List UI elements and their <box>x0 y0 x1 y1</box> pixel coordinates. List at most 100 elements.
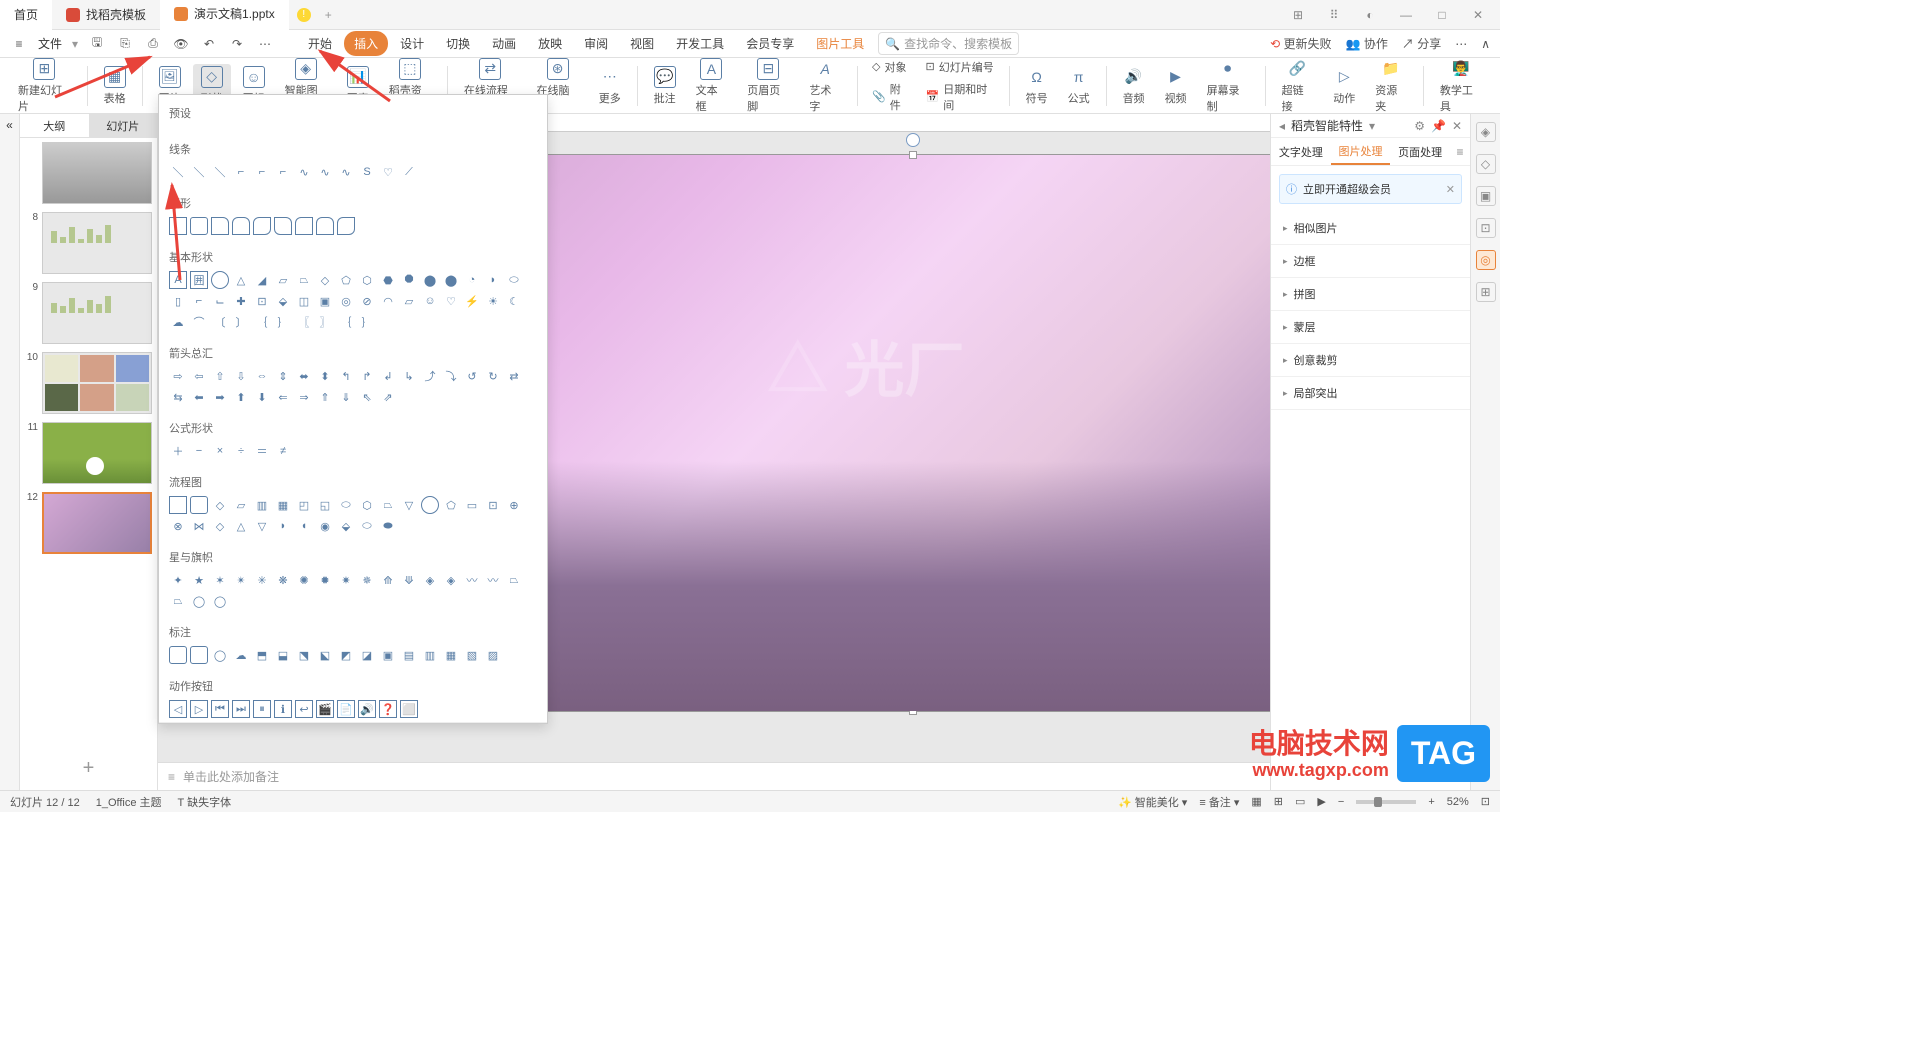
shape-brace-pair[interactable]: ｛ <box>337 313 355 331</box>
menu-tab-design[interactable]: 设计 <box>390 31 434 56</box>
tab-templates[interactable]: 找稻壳模板 <box>52 0 160 30</box>
shape-lightning[interactable]: ⚡ <box>463 292 481 310</box>
shape-bracket[interactable]: 〕 <box>232 313 250 331</box>
shape-action[interactable]: ⏸ <box>253 700 271 718</box>
shape-cross[interactable]: ✚ <box>232 292 250 310</box>
shape-notequal[interactable]: ≠ <box>274 442 292 460</box>
new-tab-button[interactable]: + <box>311 0 346 30</box>
shape-plaque[interactable]: ⊡ <box>253 292 271 310</box>
shape-arrow[interactable]: ↲ <box>379 367 397 385</box>
shape-chord[interactable]: ◗ <box>484 271 502 289</box>
shape-banner[interactable]: ⟱ <box>400 571 418 589</box>
shape-curve[interactable]: ∿ <box>337 163 355 181</box>
shape-punched[interactable]: ⊡ <box>484 496 502 514</box>
shape-arrow[interactable]: ⇑ <box>316 388 334 406</box>
ribbon-wordart[interactable]: A艺术字 <box>801 56 849 116</box>
shape-callout[interactable]: ▥ <box>421 646 439 664</box>
shape-snip-rect[interactable] <box>232 217 250 235</box>
ribbon-resources[interactable]: 📁资源夹 <box>1367 56 1415 116</box>
shape-oval[interactable] <box>211 271 229 289</box>
shape-nosymbol[interactable]: ⊘ <box>358 292 376 310</box>
shape-stored[interactable]: ◗ <box>274 517 292 535</box>
ribbon-object[interactable]: ◇ 对象 <box>866 57 916 77</box>
shape-round-rect[interactable] <box>295 217 313 235</box>
undo-icon[interactable]: ↶ <box>200 35 218 53</box>
shape-curve[interactable]: ∿ <box>295 163 313 181</box>
shape-merge[interactable]: ▽ <box>253 517 271 535</box>
ribbon-attachment[interactable]: 📎 附件 <box>866 79 916 115</box>
shape-seqaccess[interactable]: ◉ <box>316 517 334 535</box>
rp-tab-image[interactable]: 图片处理 <box>1331 138 1391 165</box>
shape-callout[interactable]: ▣ <box>379 646 397 664</box>
shape-rectangle[interactable] <box>169 217 187 235</box>
ribbon-audio[interactable]: 🔊音频 <box>1115 64 1153 108</box>
shape-action[interactable]: ℹ <box>274 700 292 718</box>
shape-predefined[interactable]: ▥ <box>253 496 271 514</box>
shape-blockarc[interactable]: ◠ <box>379 292 397 310</box>
shape-dodecagon[interactable]: ⬤ <box>442 271 460 289</box>
shape-card[interactable]: ▭ <box>463 496 481 514</box>
ribbon-equation[interactable]: π公式 <box>1060 64 1098 108</box>
more-menu-icon[interactable]: ⋯ <box>1455 37 1467 51</box>
more-qat-icon[interactable]: ⋯ <box>256 35 274 53</box>
shape-arrow[interactable]: ↳ <box>400 367 418 385</box>
shape-brace[interactable]: ｝ <box>274 313 292 331</box>
rp-item-collage[interactable]: 拼图 <box>1271 278 1470 311</box>
shape-trapezoid[interactable]: ⏢ <box>295 271 313 289</box>
shape-offpage[interactable]: ⬠ <box>442 496 460 514</box>
menu-tab-member[interactable]: 会员专享 <box>736 31 804 56</box>
layout-icon[interactable]: ⊞ <box>1284 3 1312 27</box>
shape-scroll[interactable]: ⏢ <box>505 571 523 589</box>
rs-btn-6[interactable]: ⊞ <box>1476 282 1496 302</box>
shape-callout[interactable] <box>190 646 208 664</box>
shape-star[interactable]: ✦ <box>169 571 187 589</box>
shape-sun[interactable]: ☀ <box>484 292 502 310</box>
shape-arrow[interactable]: ↰ <box>337 367 355 385</box>
shape-arrow[interactable]: ⇔ <box>253 367 271 385</box>
rp-tab-text[interactable]: 文字处理 <box>1271 138 1331 165</box>
shape-arrow[interactable]: ↺ <box>463 367 481 385</box>
shape-scribble[interactable]: ⟋ <box>400 163 418 181</box>
shape-rounded-rect[interactable] <box>190 217 208 235</box>
shape-wave[interactable]: 〰 <box>463 571 481 589</box>
shape-lshape[interactable]: ⌙ <box>211 292 229 310</box>
rp-item-overlay[interactable]: 蒙层 <box>1271 311 1470 344</box>
shape-arrow[interactable]: ⇄ <box>505 367 523 385</box>
resize-handle[interactable] <box>909 151 917 159</box>
shape-scroll[interactable]: ◯ <box>211 592 229 610</box>
shape-foldedcorner[interactable]: ▱ <box>400 292 418 310</box>
menu-tab-view[interactable]: 视图 <box>620 31 664 56</box>
search-input[interactable]: 🔍 查找命令、搜索模板 <box>878 32 1019 55</box>
shape-arrow[interactable]: ⬌ <box>295 367 313 385</box>
shape-callout[interactable]: ◩ <box>337 646 355 664</box>
minimize-button[interactable]: — <box>1392 3 1420 27</box>
thumbnail-list[interactable]: 8 9 10 11 12 <box>20 138 157 747</box>
shape-star[interactable]: ✷ <box>337 571 355 589</box>
ribbon-screen-record[interactable]: ⏺屏幕录制 <box>1199 56 1257 116</box>
redo-icon[interactable]: ↷ <box>228 35 246 53</box>
shape-delay[interactable]: ◖ <box>295 517 313 535</box>
shape-snip-rect[interactable] <box>211 217 229 235</box>
shape-cube[interactable]: ◫ <box>295 292 313 310</box>
thumb-tab-slides[interactable]: 幻灯片 <box>89 114 158 137</box>
slide-thumb[interactable]: 10 <box>24 352 153 414</box>
tab-home[interactable]: 首页 <box>0 0 52 30</box>
shape-star[interactable]: ❋ <box>274 571 292 589</box>
shape-data[interactable]: ▱ <box>232 496 250 514</box>
shape-arrow[interactable]: ⇨ <box>169 367 187 385</box>
shape-line[interactable]: ＼ <box>190 163 208 181</box>
shape-ribbon[interactable]: ◈ <box>442 571 460 589</box>
rp-item-crop[interactable]: 创意裁剪 <box>1271 344 1470 377</box>
ribbon-comment[interactable]: 💬批注 <box>646 64 684 108</box>
shape-pie[interactable]: ◔ <box>463 271 481 289</box>
shape-curve[interactable]: ∿ <box>316 163 334 181</box>
shape-teardrop[interactable]: ⬭ <box>505 271 523 289</box>
close-button[interactable]: ✕ <box>1464 3 1492 27</box>
shape-heptagon[interactable]: ⬣ <box>379 271 397 289</box>
shape-octagon[interactable]: ⯃ <box>400 271 418 289</box>
shape-ribbon[interactable]: ◈ <box>421 571 439 589</box>
fit-icon[interactable]: ⊡ <box>1481 795 1490 808</box>
menu-tab-developer[interactable]: 开发工具 <box>666 31 734 56</box>
shape-round-rect[interactable] <box>316 217 334 235</box>
export-icon[interactable]: ⎘ <box>116 35 134 53</box>
